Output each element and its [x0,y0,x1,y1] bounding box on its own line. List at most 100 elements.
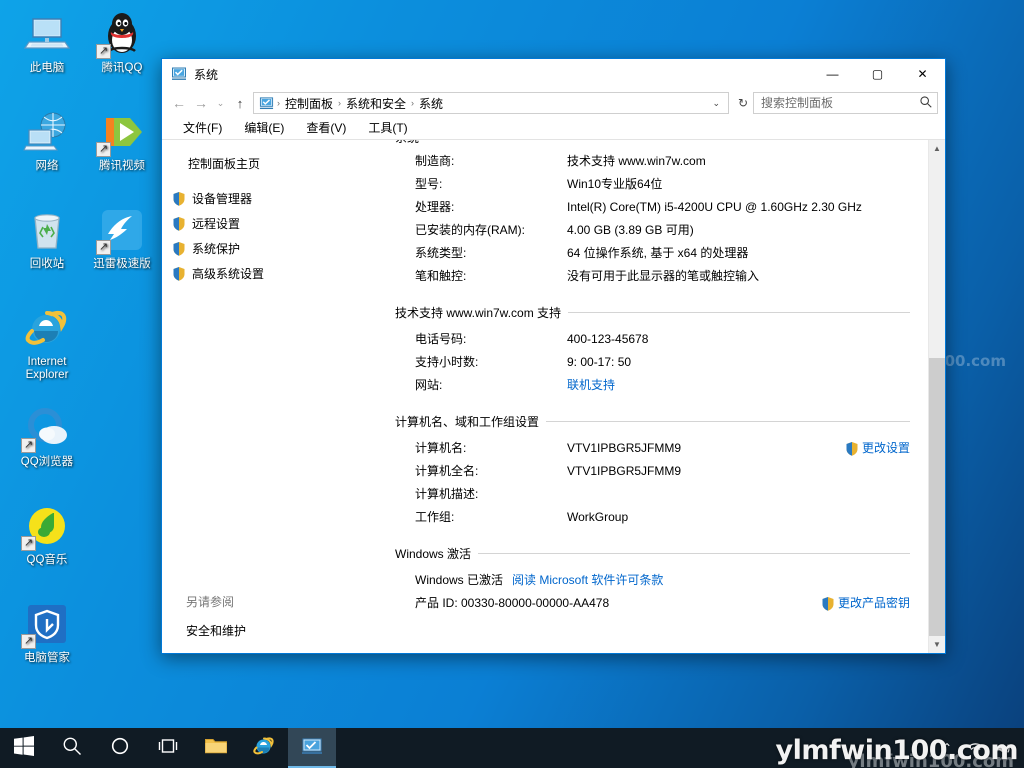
activation-status-row: Windows 已激活 阅读 Microsoft 软件许可条款 [415,569,910,592]
row-label: 工作组: [415,510,455,524]
desktop-icon-this-pc[interactable]: 此电脑 [8,10,86,75]
section-title: Windows 激活 [395,547,472,561]
recent-locations-button[interactable]: ⌄ [212,92,229,114]
change-product-key-link[interactable]: 更改产品密钥 [811,592,910,615]
maximize-button[interactable]: ▢ [855,59,900,89]
change-settings-link[interactable]: 更改设置 [835,437,910,460]
search-icon [62,736,82,761]
search-button[interactable] [48,728,96,768]
sidebar-item-system-protection[interactable]: 系统保护 [162,236,377,261]
menu-bar: 文件(F) 编辑(E) 查看(V) 工具(T) [162,117,945,140]
section-rows-computer-name: 计算机名: VTV1IPBGR5JFMM9 更改设置 计算机全名: VTV1IP… [395,430,910,529]
desktop-icon-label: 电脑管家 [24,652,70,664]
internet-explorer-icon [23,304,71,352]
search-icon [919,95,933,112]
row-label: 计算机描述: [415,487,479,501]
minimize-button[interactable]: — [810,59,855,89]
row-value: 没有可用于此显示器的笔或触控输入 [567,269,760,283]
volume-icon[interactable] [990,728,1016,768]
row-label: 系统类型: [415,246,467,260]
table-row: 制造商: 技术支持 www.win7w.com [415,150,910,173]
file-explorer-button[interactable] [192,728,240,768]
content-scroll-region: 系统 制造商: 技术支持 www.win7w.com 型号: Win10专业版6… [377,140,945,653]
menu-tools[interactable]: 工具(T) [357,117,418,139]
menu-edit[interactable]: 编辑(E) [233,117,295,139]
back-button[interactable]: ← [168,92,190,114]
cortana-circle-icon [110,736,130,761]
desktop-icon-qq[interactable]: ↗ 腾讯QQ [83,10,161,75]
desktop-icon-network[interactable]: 网络 [8,108,86,173]
up-button[interactable]: ↑ [229,92,251,114]
sidebar-item-security-and-maintenance[interactable]: 安全和维护 [186,622,377,639]
row-label: 已安装的内存(RAM): [415,223,525,237]
system-control-panel-window: 系统 — ▢ ✕ ← → ⌄ ↑ › 控制面板 › 系统和安全 › 系统 ⌄ ↻… [161,58,946,654]
windows-logo-icon [14,735,34,761]
scroll-up-button[interactable]: ▲ [929,140,945,157]
network-icon[interactable] [962,728,988,768]
desktop-icon-thunder[interactable]: ↗ 迅雷极速版 [83,206,161,271]
scrollbar-thumb[interactable] [929,358,945,636]
desktop-icon-qq-music[interactable]: ↗ QQ音乐 [8,502,86,567]
menu-file[interactable]: 文件(F) [172,117,233,139]
scrollbar-track[interactable] [929,157,945,636]
desktop-icon-label: 腾讯视频 [99,160,145,172]
section-rule [568,312,910,313]
menu-view[interactable]: 查看(V) [295,117,357,139]
license-terms-link[interactable]: 阅读 Microsoft 软件许可条款 [512,569,663,592]
row-label: 支持小时数: [415,355,479,369]
shortcut-arrow-icon: ↗ [96,142,111,157]
table-row: 支持小时数: 9: 00-17: 50 [415,351,910,374]
close-button[interactable]: ✕ [900,59,945,89]
task-view-icon [157,736,179,761]
desktop-icon-tencent-video[interactable]: ↗ 腾讯视频 [83,108,161,173]
forward-button[interactable]: → [190,92,212,114]
change-product-key-label: 更改产品密钥 [837,596,910,610]
desktop-icon-label: 迅雷极速版 [93,258,151,270]
shortcut-arrow-icon: ↗ [21,536,36,551]
search-control-panel-box[interactable] [753,92,938,114]
breadcrumb-system[interactable]: 系统 [415,95,447,112]
table-row: 系统类型: 64 位操作系统, 基于 x64 的处理器 [415,242,910,265]
table-row: 型号: Win10专业版64位 [415,173,910,196]
qq-music-icon: ↗ [21,502,71,551]
section-header-support: 技术支持 www.win7w.com 支持 [395,304,910,321]
window-titlebar[interactable]: 系统 — ▢ ✕ [162,59,945,89]
row-label: 电话号码: [415,332,467,346]
vertical-scrollbar[interactable]: ▲ ▼ [928,140,945,653]
desktop-icon-pc-manager[interactable]: ↗ 电脑管家 [8,600,86,665]
row-value: Win10专业版64位 [567,177,663,191]
row-value: 400-123-45678 [567,332,649,346]
system-window-button[interactable] [288,728,336,768]
desktop-icon-label: Internet Explorer [25,356,69,381]
task-view-button[interactable] [144,728,192,768]
activation-status: Windows 已激活 [415,573,504,587]
desktop-icon-recycle-bin[interactable]: 回收站 [8,206,86,271]
online-support-link[interactable]: 联机支持 [567,374,910,397]
breadcrumb-system-and-security[interactable]: 系统和安全 [342,95,410,112]
address-bar[interactable]: › 控制面板 › 系统和安全 › 系统 ⌄ [253,92,729,114]
refresh-button[interactable]: ↻ [733,96,753,110]
address-dropdown-icon[interactable]: ⌄ [706,98,726,109]
start-button[interactable] [0,728,48,768]
sidebar-item-device-manager[interactable]: 设备管理器 [162,186,377,211]
scroll-down-button[interactable]: ▼ [929,636,945,653]
search-input[interactable] [761,96,919,110]
desktop-icon-internet-explorer[interactable]: Internet Explorer [8,304,86,382]
show-hidden-icons-button[interactable]: ⌃ [934,728,960,768]
breadcrumb-control-panel[interactable]: 控制面板 [281,95,337,112]
shield-icon [172,266,186,281]
sidebar-item-advanced-system-settings[interactable]: 高级系统设置 [162,261,377,286]
section-header-windows-activation: Windows 激活 [395,545,910,562]
desktop-icon-label: QQ浏览器 [20,456,74,468]
desktop-icon-qq-browser[interactable]: ↗ QQ浏览器 [8,404,86,469]
section-rows-support: 电话号码: 400-123-45678 支持小时数: 9: 00-17: 50 … [395,321,910,397]
cortana-button[interactable] [96,728,144,768]
internet-explorer-button[interactable] [240,728,288,768]
sidebar-item-control-panel-home[interactable]: 控制面板主页 [162,152,377,186]
sidebar-item-remote-settings[interactable]: 远程设置 [162,211,377,236]
row-value: Intel(R) Core(TM) i5-4200U CPU @ 1.60GHz… [567,200,862,214]
system-tray: ⌃ [934,728,1024,768]
row-label: 处理器: [415,200,455,214]
table-row: 已安装的内存(RAM): 4.00 GB (3.89 GB 可用) [415,219,910,242]
